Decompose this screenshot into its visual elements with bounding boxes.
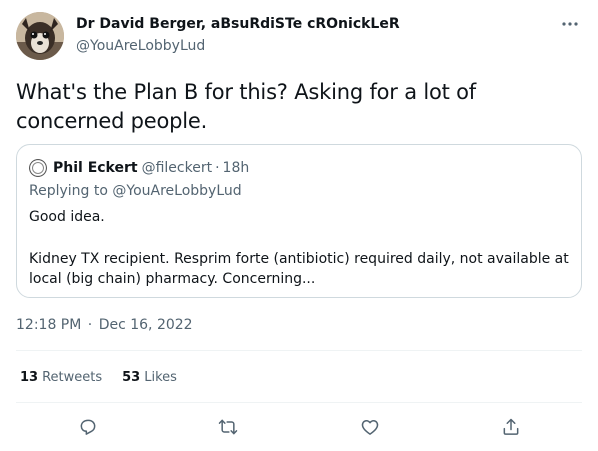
quoted-line-2: Kidney TX recipient. Resprim forte (anti… <box>29 251 569 287</box>
retweet-icon <box>218 419 238 435</box>
quoted-time: 18h <box>222 160 250 176</box>
share-button[interactable] <box>499 415 523 439</box>
share-icon <box>503 418 519 435</box>
divider <box>16 350 582 351</box>
heart-icon <box>361 420 379 435</box>
quoted-author-name: Phil Eckert <box>53 160 138 176</box>
divider <box>16 402 582 403</box>
more-options-button[interactable] <box>558 14 582 34</box>
tweet-text: What's the Plan B for this? Asking for a… <box>16 80 476 133</box>
tweet-time: 12:18 PM <box>16 317 82 333</box>
quoted-tweet-card[interactable]: Phil Eckert @fileckert · 18h Replying to… <box>16 144 582 298</box>
retweet-button[interactable] <box>216 415 240 439</box>
tweet-timestamp[interactable]: 12:18 PM · Dec 16, 2022 <box>16 317 193 333</box>
quoted-reply-context: Replying to @YouAreLobbyLud <box>29 183 242 199</box>
tweet-actions-bar <box>16 408 582 446</box>
like-button[interactable] <box>358 415 382 439</box>
more-horizontal-icon <box>562 22 578 26</box>
author-handle[interactable]: @YouAreLobbyLud <box>76 38 205 54</box>
author-name[interactable]: Dr David Berger, aBsuRdiSTe cROnickLeR <box>76 16 400 32</box>
tweet-date: Dec 16, 2022 <box>98 317 193 333</box>
timestamp-separator: · <box>87 317 93 333</box>
retweets-label: Retweets <box>42 370 103 385</box>
quoted-line-1: Good idea. <box>29 209 105 225</box>
reply-prefix: Replying to <box>29 183 108 199</box>
likes-count: 53 <box>122 370 141 385</box>
reply-button[interactable] <box>76 415 100 439</box>
likes-label: Likes <box>144 370 177 385</box>
quoted-separator: · <box>215 160 220 176</box>
retweets-stat[interactable]: 13 Retweets <box>20 370 102 385</box>
reply-icon <box>80 419 96 435</box>
author-avatar[interactable] <box>16 12 64 60</box>
quoted-author-handle: @fileckert <box>141 160 213 176</box>
retweets-count: 13 <box>20 370 39 385</box>
reply-handle-link[interactable]: @YouAreLobbyLud <box>112 183 241 199</box>
quoted-tweet-text: Good idea. Kidney TX recipient. Resprim … <box>29 207 569 289</box>
likes-stat[interactable]: 53 Likes <box>122 370 177 385</box>
quoted-author-avatar <box>29 159 47 177</box>
quoted-tweet-header: Phil Eckert @fileckert · 18h <box>29 159 249 177</box>
engagement-stats: 13 Retweets 53 Likes <box>20 370 197 385</box>
avatar-image <box>16 12 64 60</box>
